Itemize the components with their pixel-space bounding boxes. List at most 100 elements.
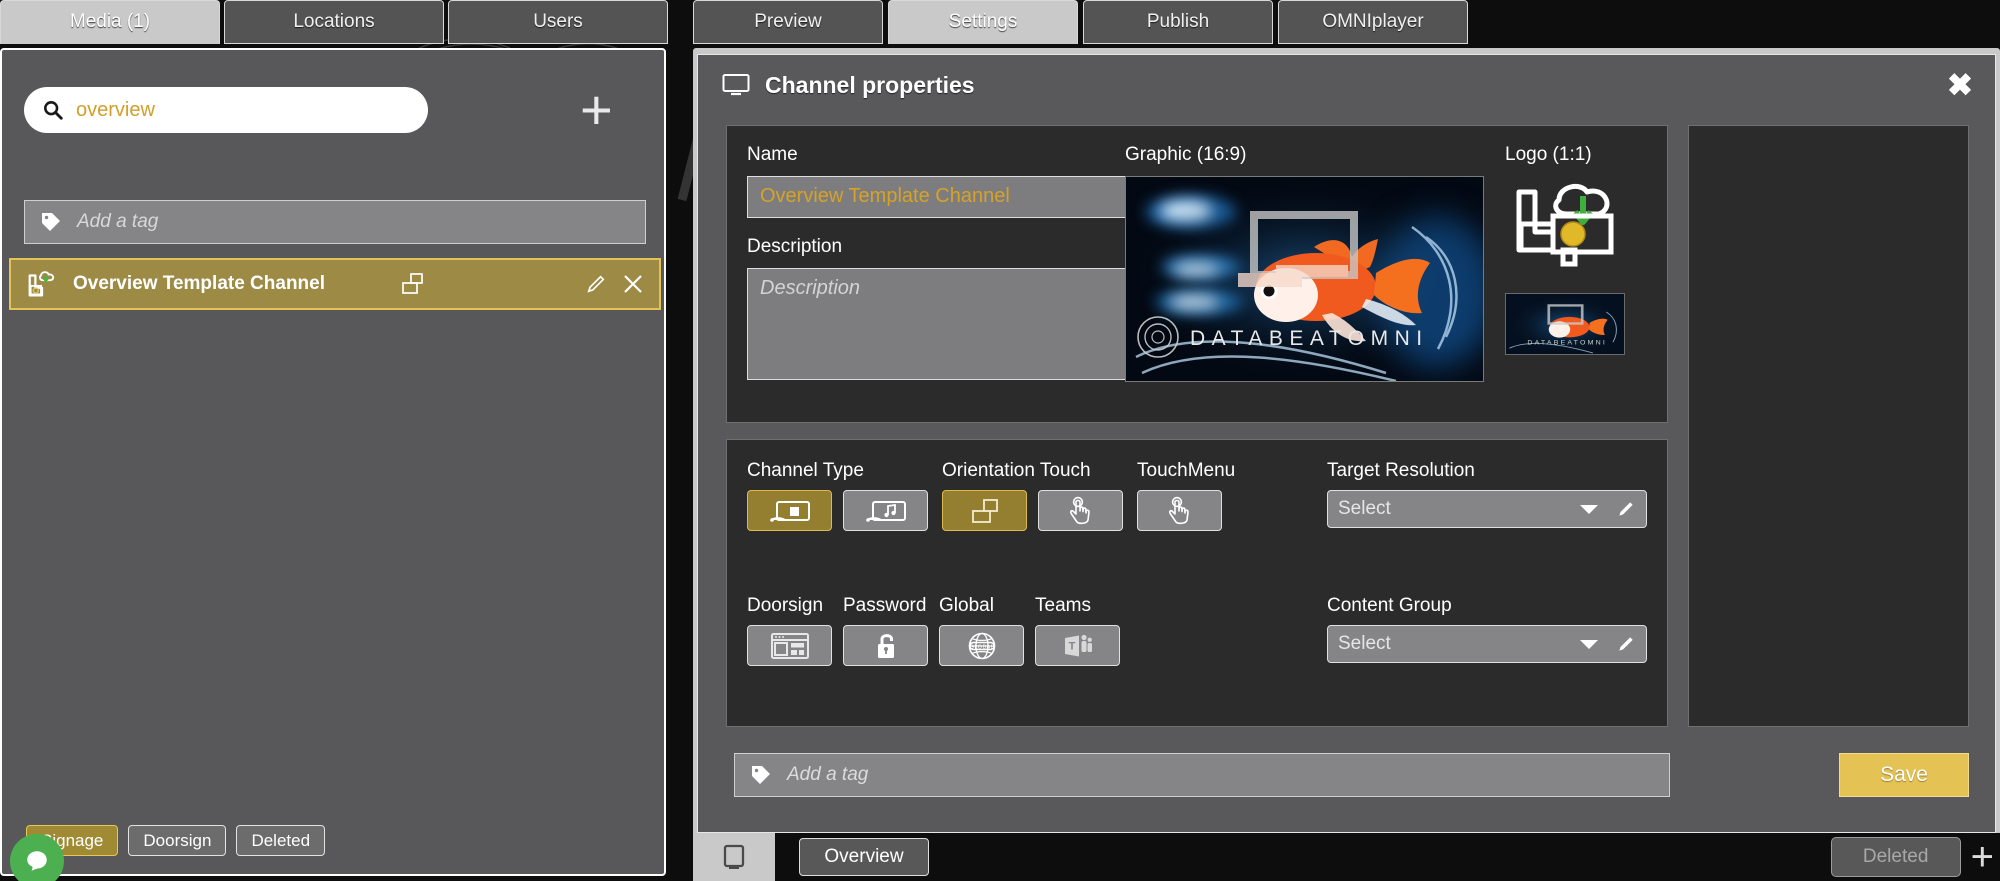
touch-hand-icon-button-touchmenu[interactable] (1137, 490, 1222, 531)
monitor-icon (722, 74, 750, 96)
tab-preview-label: Preview (754, 11, 822, 32)
save-button[interactable]: Save (1839, 753, 1969, 797)
target-resolution-group: Target Resolution Select (1327, 460, 1647, 528)
logo-thumbnail[interactable]: DATABEATOMNI (1505, 293, 1625, 355)
teams-label: Teams (1035, 595, 1091, 616)
tab-omniplayer-label: OMNIplayer (1322, 11, 1424, 32)
feature-toggles: Doorsign Password Global GLOBAL Teams T (747, 595, 1120, 666)
graphic-label: Graphic (16:9) (1125, 144, 1247, 165)
description-field[interactable]: Description (747, 268, 1133, 380)
side-preview-card (1688, 125, 1969, 727)
app-root: Media (1) Locations Users overview + Add… (0, 0, 2000, 881)
tab-preview[interactable]: Preview (693, 0, 883, 44)
search-input[interactable]: overview (24, 87, 428, 133)
channel-type-group: Channel Type (747, 460, 928, 531)
tab-publish[interactable]: Publish (1083, 0, 1273, 44)
bottom-deleted-button[interactable]: Deleted (1830, 837, 1961, 877)
dialog-header: Channel properties ✖ (698, 55, 1995, 115)
doorsign-layout-icon (770, 632, 809, 659)
name-label: Name (747, 144, 798, 165)
globe-icon-button[interactable]: GLOBAL (939, 625, 1024, 666)
tag-icon (42, 213, 60, 231)
tab-media[interactable]: Media (1) (0, 0, 220, 44)
doorsign-group: Doorsign (747, 595, 832, 666)
chevron-down-icon[interactable] (1578, 502, 1600, 516)
tab-users[interactable]: Users (448, 0, 668, 44)
tab-users-label: Users (533, 11, 583, 32)
touch-hand-icon-button-orientation[interactable] (1038, 490, 1123, 531)
dialog-title: Channel properties (765, 71, 975, 98)
cast-screen-icon (769, 500, 810, 522)
unlock-icon (877, 633, 894, 658)
right-tab-bar: Preview Settings Publish OMNIplayer (693, 0, 1468, 44)
name-field[interactable]: Overview Template Channel (747, 176, 1133, 218)
tab-publish-label: Publish (1146, 11, 1210, 32)
pencil-icon[interactable] (1616, 499, 1636, 519)
cast-music-icon-button[interactable] (843, 490, 928, 531)
global-group: Global GLOBAL (939, 595, 1024, 666)
tab-omniplayer[interactable]: OMNIplayer (1278, 0, 1468, 44)
content-group-label: Content Group (1327, 595, 1452, 616)
description-label: Description (747, 236, 843, 257)
search-icon (44, 101, 63, 120)
teams-group: Teams T (1035, 595, 1120, 666)
channel-type-label: Channel Type (747, 460, 864, 481)
dialog-body: Name Overview Template Channel Descripti… (706, 117, 1989, 827)
list-item-label: Overview Template Channel (73, 273, 326, 294)
left-tab-bar: Media (1) Locations Users (0, 0, 668, 44)
bottom-add-button[interactable]: + (1971, 837, 1994, 877)
target-resolution-select[interactable]: Select (1327, 490, 1647, 528)
globe-icon: GLOBAL (968, 632, 995, 659)
search-row: overview + (24, 82, 646, 138)
dialog-tag-input[interactable]: Add a tag (734, 753, 1670, 797)
channel-chip-overview[interactable]: Overview (799, 838, 929, 876)
dialog-tag-placeholder: Add a tag (787, 764, 869, 785)
media-panel: overview + Add a tag Overview Template C… (0, 48, 666, 881)
tag-input[interactable]: Add a tag (24, 200, 646, 244)
settings-stage: Channel properties ✖ Name Overview Templ… (693, 48, 2000, 833)
doorsign-label: Doorsign (747, 595, 824, 616)
tag-icon (752, 766, 770, 784)
touch-hand-icon (1168, 496, 1189, 524)
monitor-icon (723, 844, 745, 869)
touchmenu-group: TouchMenu (1137, 460, 1235, 531)
cast-music-icon (865, 500, 906, 522)
pencil-icon[interactable] (1616, 634, 1636, 654)
cloud-upload-screen-icon (28, 271, 55, 297)
global-label: Global (939, 595, 994, 616)
filter-deleted-button[interactable]: Deleted (236, 825, 326, 856)
content-group-value: Select (1338, 633, 1391, 654)
svg-text:DATABEATOMNI: DATABEATOMNI (1527, 340, 1607, 347)
channel-properties-dialog: Channel properties ✖ Name Overview Templ… (697, 54, 1996, 833)
microsoft-teams-icon-button[interactable]: T (1035, 625, 1120, 666)
chat-icon (27, 851, 47, 871)
content-group-select[interactable]: Select (1327, 625, 1647, 663)
unlock-icon-button[interactable] (843, 625, 928, 666)
chevron-down-icon[interactable] (1578, 637, 1600, 651)
graphic-preview[interactable]: DATABEATOMNI (1125, 176, 1484, 382)
list-item[interactable]: Overview Template Channel (9, 258, 661, 310)
tag-input-placeholder: Add a tag (77, 211, 159, 232)
target-resolution-label: Target Resolution (1327, 460, 1475, 481)
touch-hand-icon (1069, 496, 1090, 524)
logo-preview[interactable] (1505, 174, 1625, 283)
bottom-bar: Overview Deleted + (693, 833, 2000, 881)
tab-media-label: Media (1) (69, 11, 151, 32)
pencil-icon[interactable] (585, 273, 607, 295)
close-icon[interactable] (621, 272, 645, 296)
tab-settings-label: Settings (948, 11, 1018, 32)
close-icon[interactable]: ✖ (1947, 70, 1973, 101)
tab-locations[interactable]: Locations (224, 0, 444, 44)
svg-text:GLOBAL: GLOBAL (969, 644, 993, 650)
orientation-landscape-icon-button[interactable] (942, 490, 1027, 531)
orientation-landscape-icon (402, 273, 423, 294)
tab-settings[interactable]: Settings (888, 0, 1078, 44)
add-channel-button[interactable]: + (580, 82, 613, 138)
orientation-touch-group: Orientation Touch (942, 460, 1123, 531)
filter-doorsign-button[interactable]: Doorsign (128, 825, 227, 856)
monitor-view-button[interactable] (693, 833, 775, 881)
chat-widget-button[interactable] (10, 834, 64, 881)
doorsign-layout-icon-button[interactable] (747, 625, 832, 666)
cast-screen-icon-button[interactable] (747, 490, 832, 531)
options-card: Channel Type Orientation Touch TouchMenu… (726, 439, 1668, 727)
